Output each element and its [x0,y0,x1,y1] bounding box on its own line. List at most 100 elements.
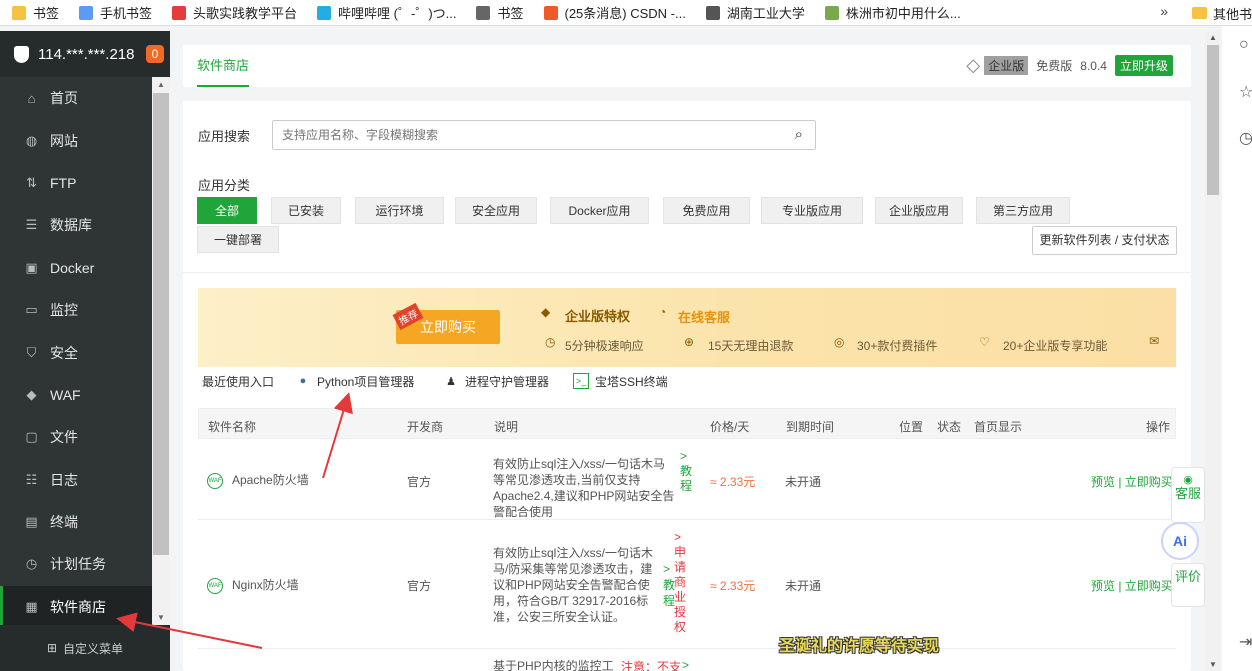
sidebar-nav: ⌂ 首页 ◍ 网站 ⇅ FTP ☰ 数据库 ▣ Docker ▭ 监控 ⛉ 安全 ◆ WAF ▢ 文件 ☷ 日志 ▤ 终端… [0,77,152,629]
category-filter[interactable]: 第三方应用 [976,197,1070,224]
category-filter[interactable]: Docker应用 [550,197,649,224]
sidebar-item-2[interactable]: ⇅ FTP [0,162,152,204]
tutorial-link[interactable]: >教程 [663,561,675,609]
vendor: 官方 [407,475,432,489]
category-filter[interactable]: 免费应用 [663,197,750,224]
sidebar-item-11[interactable]: ◷ 计划任务 [0,543,152,585]
scroll-down-arrow-icon[interactable]: ▼ [1209,660,1217,669]
bookmark-item[interactable]: 哔哩哔哩 (゜-゜)つ... [317,3,456,22]
toutiao-logo-icon [172,5,187,20]
bookmark-item[interactable]: 书签 [12,3,59,22]
sidebar-item-1[interactable]: ◍ 网站 [0,119,152,161]
upgrade-button[interactable]: 立即升级 [1114,55,1173,76]
sidebar-item-5[interactable]: ▭ 监控 [0,289,152,331]
software-table: 软件名称 开发商 说明 价格/天 到期时间 位置 状态 首页显示 操作 WAF A… [198,408,1176,671]
search-label: 应用搜索 [198,129,251,144]
bookmark-item[interactable]: (25条消息) CSDN -... [543,3,686,22]
tab-software-store[interactable]: 软件商店 [197,45,250,87]
sidebar-scroll-thumb[interactable] [153,93,169,555]
description: 有效防止sql注入/xss/一句话木马/防采集等常见渗透攻击，建议和PHP网站安… [493,546,654,624]
software-name: WAF Apache防火墙 [207,472,309,489]
table-row[interactable]: WAF Apache防火墙 官方 有效防止sql注入/xss/一句话木马等常见渗透… [198,439,1176,520]
page-scroll-thumb[interactable] [1207,45,1219,195]
scroll-up-arrow-icon[interactable]: ▲ [1209,33,1217,42]
enterprise-edition-label: 企业版 [984,56,1029,75]
sidebar-item-7[interactable]: ◆ WAF [0,374,152,416]
row-actions[interactable]: 预览 | 立即购买 [1091,473,1173,490]
sidebar-item-4[interactable]: ▣ Docker [0,247,152,289]
sidebar-item-0[interactable]: ⌂ 首页 [0,77,152,119]
ai-assistant-button[interactable]: Ai [1161,522,1199,560]
more-link[interactable]: > [682,658,689,671]
sidebar-item-10[interactable]: ▤ 终端 [0,501,152,543]
recent-process-guard[interactable]: ♟ 进程守护管理器 [443,371,549,391]
search-icon[interactable]: ○ [1239,36,1249,54]
sidebar-item-label: 计划任务 [50,556,106,573]
scroll-down-arrow-icon[interactable]: ▼ [157,613,165,622]
bookmark-item[interactable]: 书签 [476,3,524,22]
free-edition-label: 免费版 [1036,59,1073,73]
other-bookmarks-folder[interactable]: 其他书 [1191,0,1252,26]
bilibili-icon [317,5,332,20]
server-ip: 114.***.***.218 [38,45,135,63]
category-filter[interactable]: 已安装 [271,197,341,224]
sidebar-item-9[interactable]: ☷ 日志 [0,459,152,501]
table-row[interactable]: 基于PHP内核的监控工 注意：不支 > [198,649,1176,671]
divider [183,272,1191,273]
refresh-list-button[interactable]: 更新软件列表 / 支付状态 [1032,226,1177,255]
category-filter[interactable]: 全部 [197,197,257,224]
search-icon[interactable]: ⌕ [795,126,803,143]
collapse-panel-icon[interactable]: ⇥ [1239,632,1252,652]
table-row[interactable]: WAF Nginx防火墙 官方 有效防止sql注入/xss/一句话木马/防采集等常… [198,520,1176,649]
sidebar-item-label: 网站 [50,132,78,149]
page-scrollbar[interactable]: ▲ ▼ [1205,31,1221,671]
description: 基于PHP内核的监控工 [493,659,614,671]
feature-4: 20+企业版专享功能 [1003,339,1108,353]
sidebar-item-12[interactable]: ▦ 软件商店 [0,585,152,629]
bookmark-item[interactable]: 湖南工业大学 [705,3,805,22]
search-input[interactable] [273,121,773,149]
sidebar-item-label: 数据库 [50,217,92,234]
recent-python[interactable]: ● Python项目管理器 [295,371,415,391]
category-filter[interactable]: 一键部署 [197,226,279,253]
sidebar-item-8[interactable]: ▢ 文件 [0,416,152,458]
bookmark-item[interactable]: 手机书签 [79,3,152,22]
history-icon[interactable]: ◷ [1239,128,1252,148]
sidebar-item-3[interactable]: ☰ 数据库 [0,204,152,246]
rate-button[interactable]: 评价 [1171,563,1205,607]
python-icon: ● [299,375,307,387]
expire: 未开通 [785,579,822,593]
feature-3: 30+款付费插件 [857,339,938,353]
store-main: 应用搜索 ⌕ 应用分类 全部已安装运行环境安全应用 Docker应用免费应用专业版… [183,101,1191,671]
star-outline-icon[interactable]: ☆ [1239,82,1252,102]
sidebar-item-label: 监控 [50,302,78,319]
bookmarks-more-button[interactable]: » [1160,3,1168,19]
category-filter[interactable]: 运行环境 [355,197,444,224]
customer-service-button[interactable]: ◉ 客服 [1171,467,1205,523]
col-price: 价格/天 [710,420,750,434]
search-field[interactable]: ⌕ [272,120,816,150]
docker-icon: ▣ [25,259,38,275]
server-header[interactable]: 114.***.***.218 0 [0,31,170,77]
col-name: 软件名称 [208,420,257,434]
tutorial-link[interactable]: >教程 [680,449,692,494]
online-service-link[interactable]: 在线客服 [678,307,730,326]
bookmark-item[interactable]: 株洲市初中用什么... [824,3,961,22]
bookmark-item[interactable]: 头歌实践教学平台 [172,3,297,22]
notification-badge[interactable]: 0 [146,45,164,63]
sidebar-item-label: 文件 [50,429,78,446]
apply-license-link[interactable]: >申请商业授权 [674,530,686,635]
scroll-up-arrow-icon[interactable]: ▲ [157,80,165,89]
browser-side-panel: ○ ☆ ◷ ⇥ [1222,26,1252,671]
row-actions[interactable]: 预览 | 立即购买 [1091,577,1173,594]
sidebar-item-6[interactable]: ⛉ 安全 [0,331,152,373]
col-status: 状态 [937,420,962,434]
custom-menu-button[interactable]: ⊞ 自定义菜单 [0,625,170,671]
category-filter[interactable]: 安全应用 [455,197,537,224]
recent-ssh-terminal[interactable]: >_ 宝塔SSH终端 [573,371,668,391]
sidebar-scrollbar[interactable]: ▲ ▼ [152,77,170,625]
sidebar-item-label: FTP [50,174,77,191]
category-filter[interactable]: 专业版应用 [761,197,863,224]
phone-icon [79,5,94,20]
category-filter[interactable]: 企业版应用 [875,197,963,224]
